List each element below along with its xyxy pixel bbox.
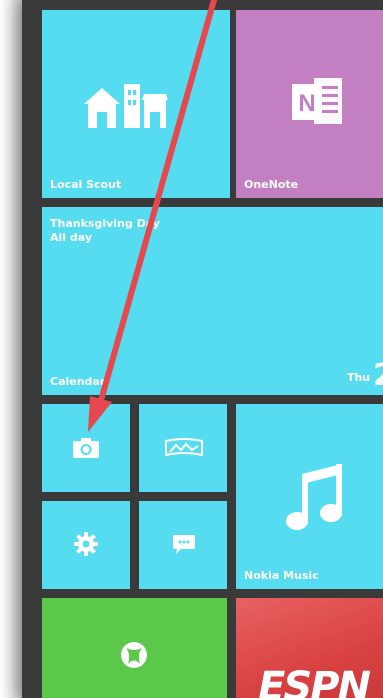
tile-local-scout[interactable]: Local Scout [42, 10, 230, 198]
calendar-event-time: All day [50, 231, 93, 244]
calendar-date: Thu2 [347, 358, 383, 393]
tile-settings[interactable] [42, 501, 130, 589]
tile-nokia-music[interactable]: Nokia Music [236, 404, 383, 589]
tile-label-local-scout: Local Scout [50, 178, 122, 191]
gear-icon [74, 532, 98, 556]
tile-panorama[interactable] [139, 404, 227, 492]
tile-espn[interactable]: ESPN [236, 598, 383, 698]
buildings-icon [84, 84, 168, 128]
svg-text:N: N [298, 90, 315, 117]
tile-label-calendar: Calendar [50, 375, 106, 388]
chat-icon [173, 535, 195, 554]
xbox-icon [121, 642, 147, 668]
start-screen: Local Scout N OneNote Thanksgiving Day A… [22, 0, 383, 698]
tile-calendar[interactable]: Thanksgiving Day All day Calendar Thu2 [42, 207, 383, 395]
calendar-day-number: 2 [373, 358, 383, 393]
tile-onenote[interactable]: N OneNote [236, 10, 383, 198]
tile-messaging[interactable] [139, 501, 227, 589]
tile-xbox[interactable] [42, 598, 227, 698]
calendar-event: Thanksgiving Day All day [50, 217, 160, 245]
onenote-icon: N [292, 78, 342, 124]
music-note-icon [286, 464, 342, 530]
espn-logo: ESPN [258, 664, 371, 698]
tile-camera[interactable] [42, 404, 130, 492]
calendar-day-name: Thu [346, 371, 371, 384]
tile-label-onenote: OneNote [244, 178, 299, 191]
phone-start-screen: Local Scout N OneNote Thanksgiving Day A… [0, 0, 383, 698]
camera-icon [73, 438, 99, 458]
panorama-icon [165, 438, 203, 457]
calendar-event-title: Thanksgiving Day [50, 217, 160, 230]
tile-label-nokia-music: Nokia Music [244, 569, 319, 582]
